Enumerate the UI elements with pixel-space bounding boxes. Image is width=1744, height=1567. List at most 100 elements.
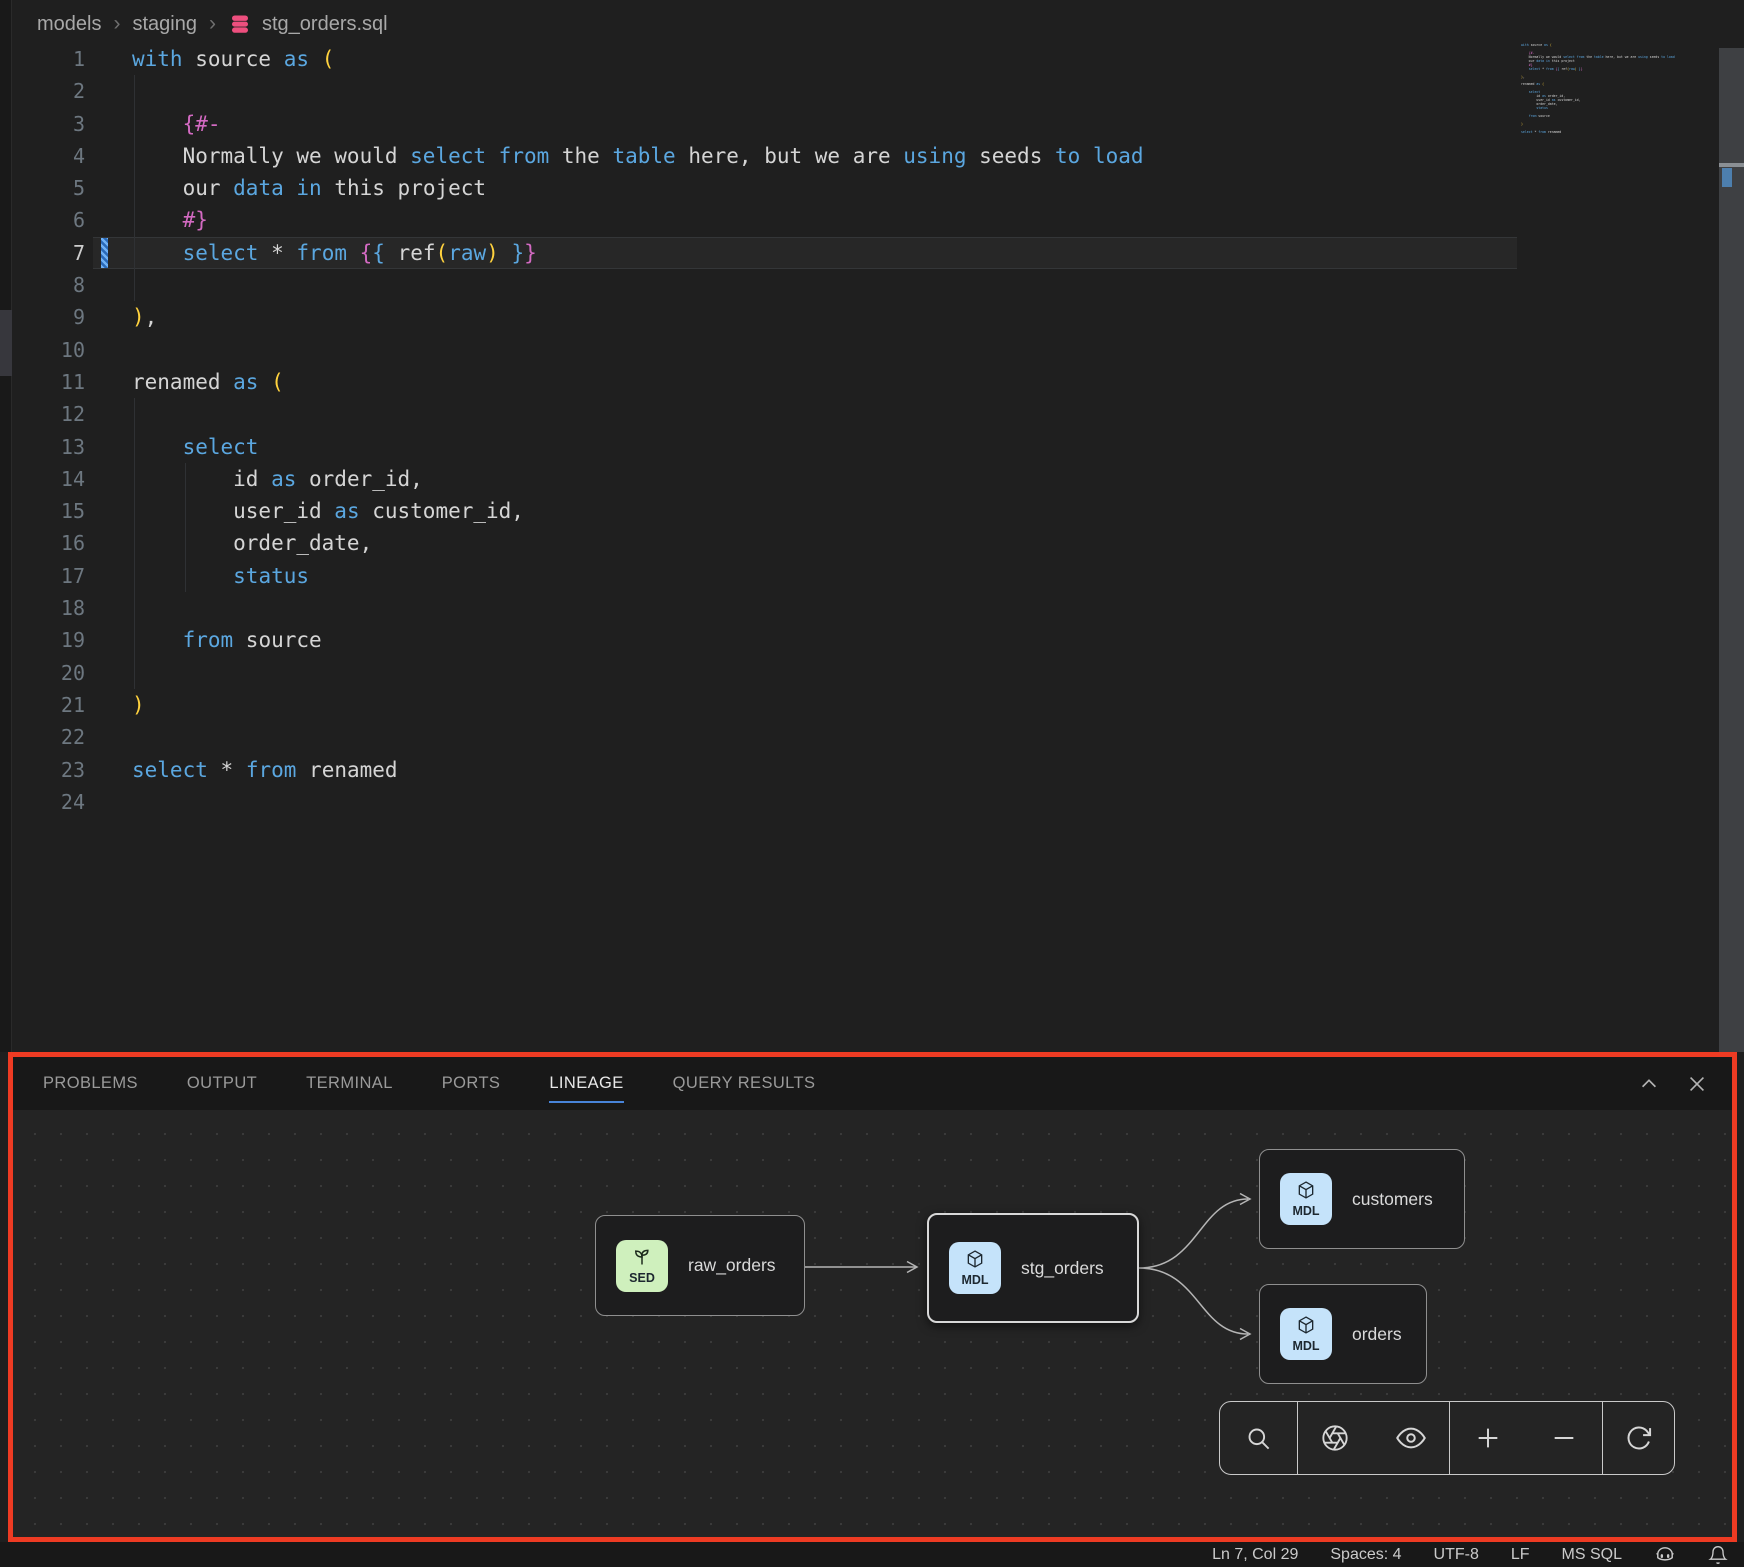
lineage-toolbar [1219,1401,1675,1475]
seed-badge: SED [616,1240,668,1292]
code-line[interactable]: #} [132,204,1144,236]
node-label: customers [1352,1189,1433,1210]
code-line[interactable]: order_date, [132,527,1144,559]
badge-label: SED [629,1272,655,1285]
breadcrumb-item-models[interactable]: models [37,13,101,36]
vscode-window: models › staging › stg_orders.sql 123456… [0,0,1744,1567]
tab-problems[interactable]: PROBLEMS [43,1057,138,1110]
line-number: 11 [13,366,85,398]
code-line[interactable]: user_id as customer_id, [132,495,1144,527]
code-line[interactable] [132,721,1144,753]
node-label: raw_orders [688,1255,776,1276]
zoom-out-icon[interactable] [1550,1424,1578,1452]
line-number: 9 [13,301,85,333]
lineage-node-customers[interactable]: MDL customers [1259,1149,1465,1249]
badge-label: MDL [961,1274,988,1287]
code-line[interactable] [132,786,1144,818]
code-line[interactable]: select * from renamed [132,754,1144,786]
eye-icon[interactable] [1396,1423,1426,1453]
code-line[interactable]: status [132,560,1144,592]
refresh-icon[interactable] [1625,1424,1653,1452]
code-line[interactable] [132,657,1144,689]
status-ln-7-col-29[interactable]: Ln 7, Col 29 [1212,1546,1298,1564]
code-line[interactable]: {#- [132,108,1144,140]
cube-icon [1296,1315,1316,1340]
breadcrumb-item-staging[interactable]: staging [132,13,197,36]
tab-output[interactable]: OUTPUT [187,1057,257,1110]
badge-label: MDL [1292,1340,1319,1353]
bottom-panel: PROBLEMS OUTPUT TERMINAL PORTS LINEAGE QUERY … [8,1052,1737,1542]
code-line[interactable]: select [132,431,1144,463]
breadcrumb-file[interactable]: stg_orders.sql [262,13,388,36]
copilot-icon[interactable] [1654,1546,1676,1564]
chevron-right-icon: › [207,12,218,36]
model-badge: MDL [949,1242,1001,1294]
line-number: 14 [13,463,85,495]
lineage-node-raw_orders[interactable]: SED raw_orders [595,1215,805,1316]
line-number: 23 [13,754,85,786]
tab-terminal[interactable]: TERMINAL [306,1057,393,1110]
activity-strip[interactable] [0,0,12,1052]
code-line[interactable]: ) [132,689,1144,721]
code-line[interactable]: ), [132,301,1144,333]
lineage-canvas[interactable]: SEDraw_ordersMDLstg_ordersMDLcustomersMD… [13,1110,1732,1537]
code-content[interactable]: with source as ( {#- Normally we would s… [132,43,1144,818]
status-bar: Ln 7, Col 29 Spaces: 4 UTF-8 LF MS SQL [0,1542,1744,1567]
modified-line-indicator [101,238,108,268]
line-number: 20 [13,657,85,689]
minimap[interactable]: with source as ( {#- Normally we would s… [1521,44,1675,139]
code-line[interactable]: with source as ( [132,43,1144,75]
status-spaces-4[interactable]: Spaces: 4 [1330,1546,1401,1564]
chevron-up-icon[interactable] [1638,1073,1660,1095]
overview-ruler-mark [1719,163,1744,167]
tab-lineage[interactable]: LINEAGE [549,1057,623,1110]
code-line[interactable] [132,75,1144,107]
code-editor[interactable]: models › staging › stg_orders.sql 123456… [13,0,1744,1052]
code-line[interactable]: Normally we would select from the table … [132,140,1144,172]
aperture-icon[interactable] [1321,1424,1349,1452]
line-number: 6 [13,204,85,236]
code-line[interactable]: renamed as ( [132,366,1144,398]
minimap-line [1521,135,1675,139]
close-icon[interactable] [1686,1073,1708,1095]
code-line[interactable]: our data in this project [132,172,1144,204]
overview-ruler-modified-mark [1722,168,1732,187]
lineage-node-orders[interactable]: MDL orders [1259,1284,1427,1384]
line-number: 7 [13,237,85,269]
line-number: 10 [13,334,85,366]
tab-ports[interactable]: PORTS [442,1057,501,1110]
line-number: 16 [13,527,85,559]
scrollbar-fragment[interactable] [0,310,12,376]
database-icon [228,12,252,36]
code-line[interactable] [132,592,1144,624]
cube-icon [1296,1180,1316,1205]
editor-scrollbar[interactable] [1719,48,1744,1052]
code-line[interactable] [132,334,1144,366]
line-number: 3 [13,108,85,140]
search-icon[interactable] [1245,1425,1272,1452]
status-ms-sql[interactable]: MS SQL [1562,1546,1622,1564]
code-line[interactable]: select * from {{ ref(raw) }} [132,237,1144,269]
code-line[interactable] [132,269,1144,301]
breadcrumb[interactable]: models › staging › stg_orders.sql [37,6,388,42]
node-label: orders [1352,1324,1402,1345]
line-number: 22 [13,721,85,753]
line-number: 21 [13,689,85,721]
line-number: 19 [13,624,85,656]
code-line[interactable]: id as order_id, [132,463,1144,495]
status-lf[interactable]: LF [1511,1546,1530,1564]
bell-icon[interactable] [1708,1545,1728,1565]
panel-tab-bar: PROBLEMS OUTPUT TERMINAL PORTS LINEAGE QUERY … [13,1057,1732,1110]
node-label: stg_orders [1021,1258,1104,1279]
zoom-in-icon[interactable] [1474,1424,1502,1452]
status-utf-8[interactable]: UTF-8 [1434,1546,1479,1564]
code-line[interactable] [132,398,1144,430]
line-number: 2 [13,75,85,107]
model-badge: MDL [1280,1173,1332,1225]
code-line[interactable]: from source [132,624,1144,656]
line-number: 1 [13,43,85,75]
badge-label: MDL [1292,1205,1319,1218]
line-number: 4 [13,140,85,172]
tab-query-results[interactable]: QUERY RESULTS [673,1057,816,1110]
lineage-node-stg_orders[interactable]: MDL stg_orders [927,1213,1139,1323]
